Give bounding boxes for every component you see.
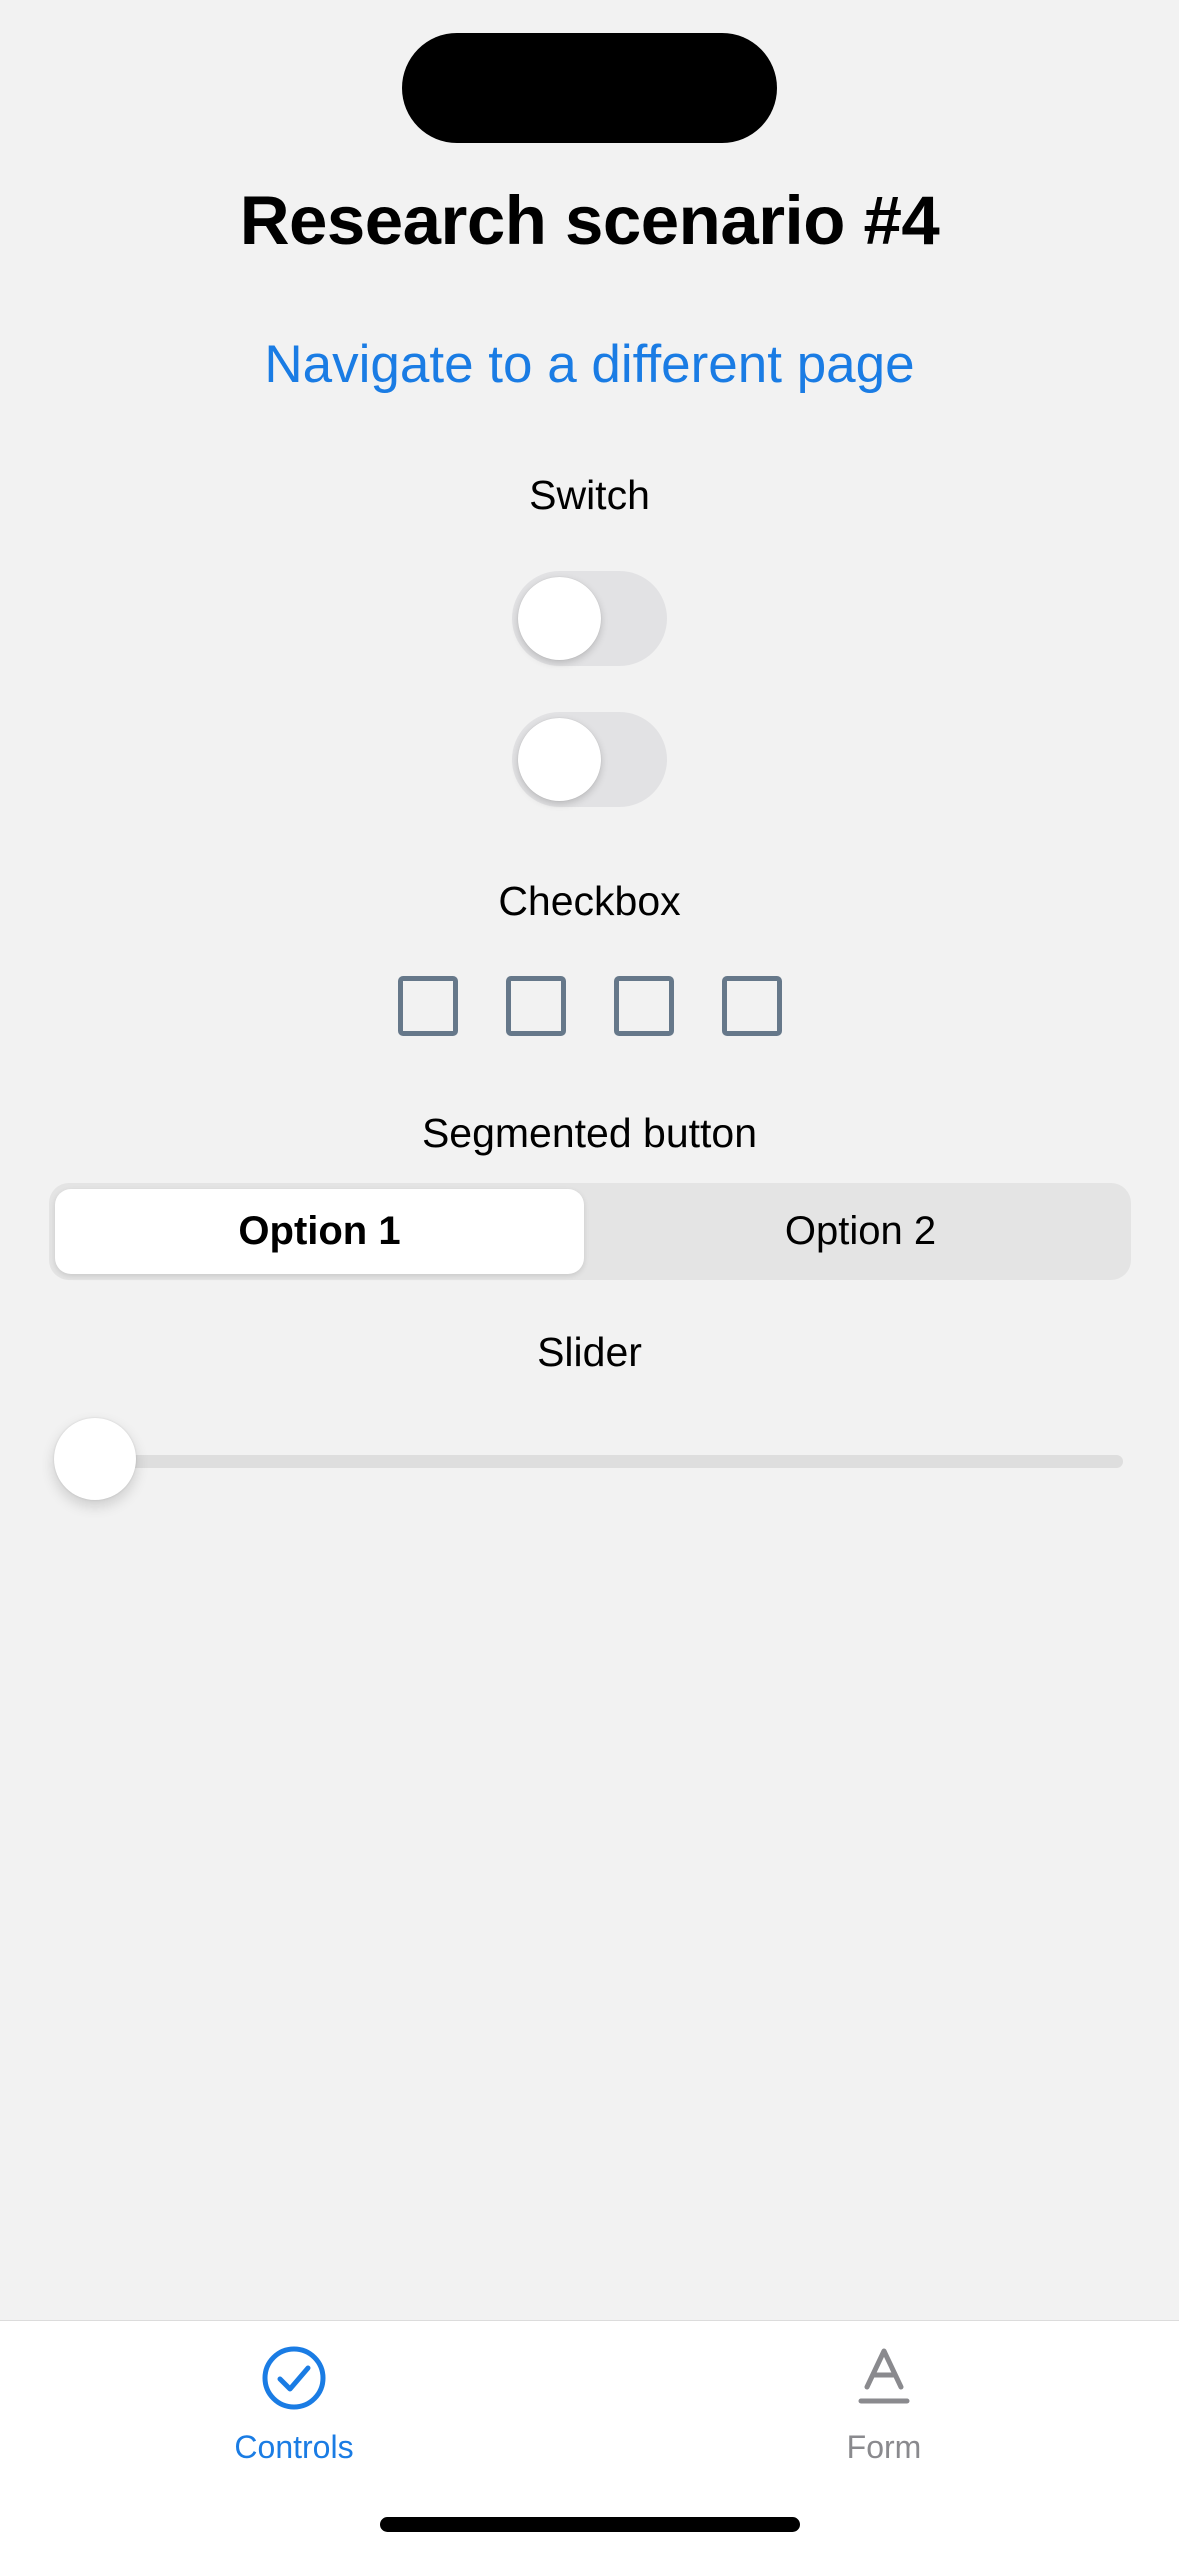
checkbox-2[interactable] — [506, 976, 566, 1036]
segmented-control: Option 1 Option 2 — [49, 1183, 1131, 1280]
tab-form-label: Form — [846, 2429, 922, 2465]
slider-thumb[interactable] — [54, 1418, 136, 1500]
checkbox-section-label: Checkbox — [498, 878, 681, 924]
switch-section-label: Switch — [529, 472, 650, 518]
switch-knob — [518, 718, 601, 801]
tab-form[interactable]: Form — [734, 2321, 1034, 2481]
segmented-section-label: Segmented button — [421, 1110, 758, 1156]
switch-toggle-1[interactable] — [512, 571, 667, 666]
segment-option-2[interactable]: Option 2 — [596, 1189, 1125, 1274]
page-title: Research scenario #4 — [239, 182, 940, 259]
switch-toggle-2[interactable] — [512, 712, 667, 807]
checkbox-1[interactable] — [398, 976, 458, 1036]
text-format-icon — [858, 2348, 910, 2404]
slider-track[interactable] — [93, 1455, 1123, 1468]
segment-option-1[interactable]: Option 1 — [55, 1189, 584, 1274]
tab-controls-label: Controls — [234, 2429, 354, 2465]
checkbox-3[interactable] — [614, 976, 674, 1036]
checkbox-4[interactable] — [722, 976, 782, 1036]
dynamic-island — [402, 33, 777, 143]
navigate-link[interactable]: Navigate to a different page — [0, 330, 1179, 400]
tab-controls[interactable]: Controls — [144, 2321, 444, 2481]
switch-knob — [518, 577, 601, 660]
screen: Research scenario #4 Navigate to a diffe… — [0, 0, 1179, 2556]
checkmark-circle-icon — [262, 2346, 326, 2410]
home-indicator — [380, 2517, 800, 2532]
slider-section-label: Slider — [537, 1329, 642, 1375]
